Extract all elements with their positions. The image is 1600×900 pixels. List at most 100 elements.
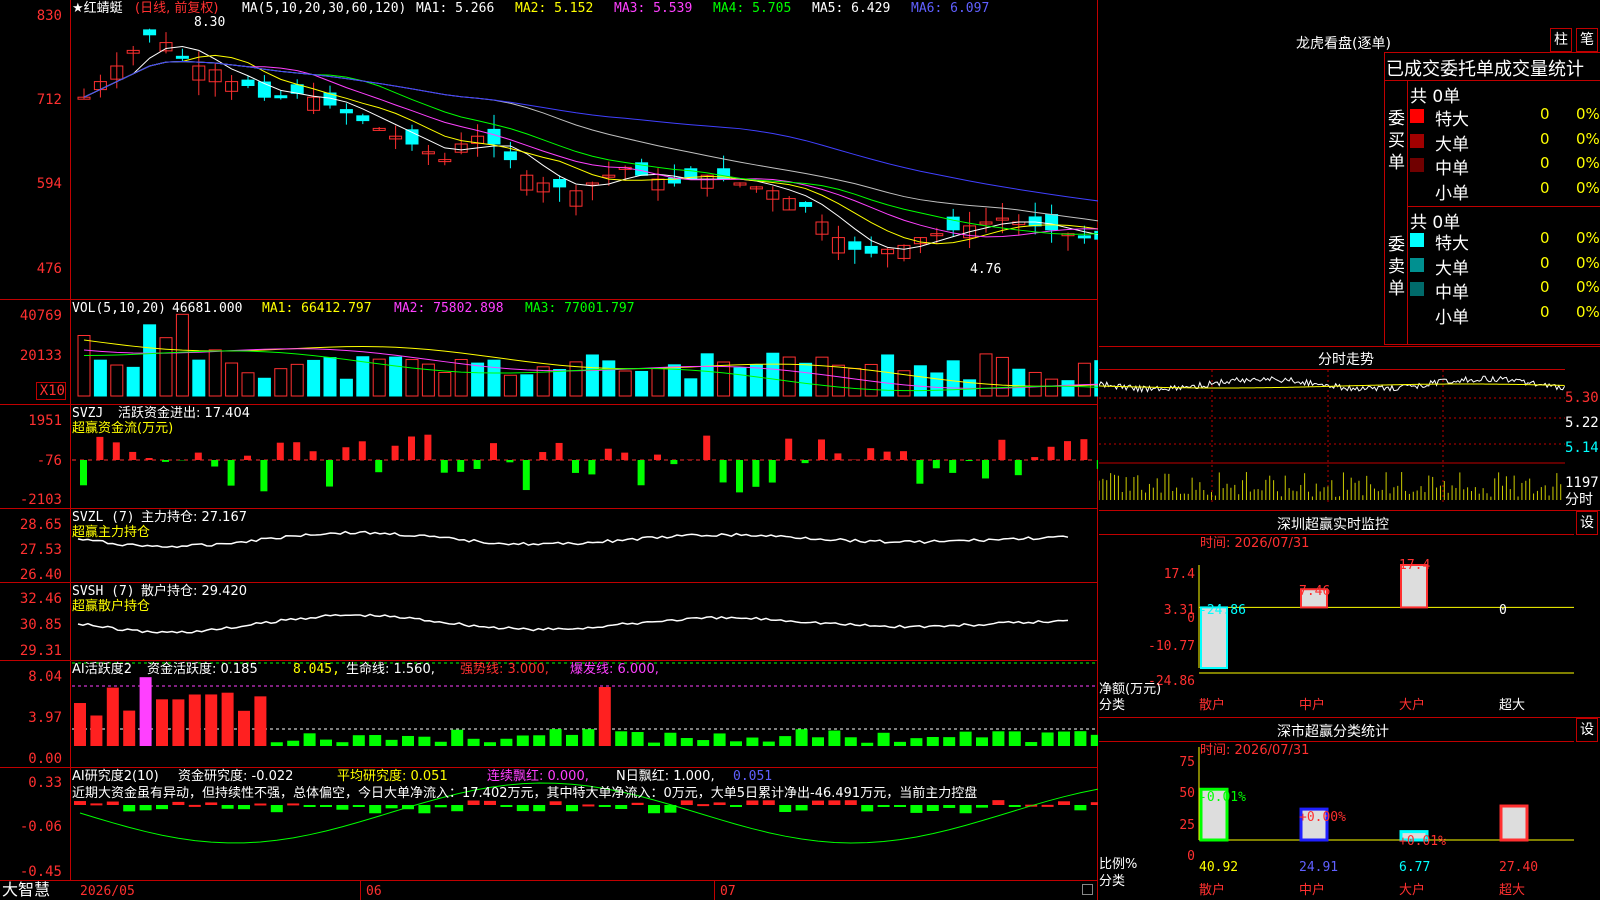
activity-bar (943, 737, 956, 746)
research-bar (238, 805, 250, 810)
research-bar (156, 805, 168, 810)
holding-line (77, 613, 1069, 634)
lh-title: 龙虎看盘(逐单) (1296, 36, 1391, 52)
research-bar (549, 801, 562, 805)
candle-body (1028, 216, 1042, 227)
volume-bar (700, 353, 714, 397)
flow-bar (309, 451, 317, 460)
research-bar (270, 805, 283, 813)
activity-bar (500, 738, 513, 746)
price-tick: 594 (36, 176, 62, 192)
brand-logo: 大智慧 (2, 880, 51, 899)
sz-value-label: -24.86 (1199, 603, 1246, 618)
order-count: 0 (1540, 253, 1550, 272)
candle-body (241, 79, 255, 87)
research-bar (188, 804, 201, 807)
svsh-value: 散户持仓: 29.420 (141, 584, 247, 599)
bar-mode-button[interactable]: 柱 (1550, 28, 1572, 52)
activity-bar (713, 733, 726, 746)
ma-line (83, 54, 1098, 245)
ai-activity-chart (72, 662, 1098, 746)
volume-bar (799, 362, 813, 397)
sz-value-label: 17.4 (1399, 558, 1431, 573)
volume-bar (1028, 371, 1042, 397)
activity-bar (861, 742, 874, 746)
order-count: 0 (1540, 278, 1550, 296)
order-size-label: 大单 (1435, 258, 1469, 279)
activity-bar (779, 736, 792, 746)
ma-line (83, 61, 1098, 238)
activity-bar (270, 742, 283, 746)
candle-body (1045, 214, 1059, 231)
lh-header: 已成交委托单成交量统计 (1386, 59, 1584, 80)
chart-mode[interactable]: (日线, 前复权) (135, 1, 218, 16)
volume-bar (77, 335, 91, 397)
order-percent: 0% (1576, 253, 1600, 272)
order-percent: 0% (1576, 302, 1600, 321)
lock-icon[interactable] (1082, 884, 1093, 895)
research-bar (828, 800, 841, 805)
activity-bar (287, 740, 300, 746)
volume-bar (815, 356, 829, 397)
volume-bar (1061, 380, 1075, 397)
svzl-label: SVZL (7) (72, 510, 135, 525)
tick-mode-button[interactable]: 笔 (1576, 28, 1598, 52)
order-percent: 0% (1576, 178, 1600, 197)
order-size-label: 大单 (1435, 134, 1469, 155)
main-chart-area[interactable]: ★红蜻蜓 (日线, 前复权) MA(5,10,20,30,60,120) MA1… (0, 0, 1098, 900)
vol-value: 46681.000 (172, 301, 243, 316)
volume-bar (651, 367, 665, 397)
volume-bar (225, 362, 239, 397)
activity-bar (139, 677, 152, 746)
flow-bar (440, 460, 448, 473)
vol-tick: 20133 (19, 348, 62, 364)
research-bar (123, 805, 136, 812)
order-percent: 0% (1576, 229, 1600, 247)
sz-value-label: 7.46 (1299, 584, 1331, 599)
fs-volume: 1197 (1565, 475, 1599, 491)
svzl-sub: 超赢主力持仓 (72, 525, 151, 540)
flow-bar (391, 445, 399, 460)
activity-bar (320, 739, 332, 746)
volume-bar (175, 313, 189, 397)
svsh-label: SVSH (7) (72, 584, 135, 599)
activity-bar (106, 687, 119, 746)
research-bar (746, 800, 759, 805)
ma1-value: MA1: 5.266 (416, 1, 495, 16)
order-swatch (1410, 233, 1424, 247)
sz-value-label: 0 (1499, 603, 1507, 618)
volume-bar (602, 360, 616, 397)
research-bar (320, 805, 332, 807)
activity-bar (762, 741, 775, 746)
research-bar (959, 805, 972, 814)
research-bar (697, 804, 710, 807)
flow-bar (1080, 439, 1088, 460)
flow-bar (457, 460, 465, 472)
volume-bar (766, 352, 780, 397)
research-bar (352, 805, 365, 807)
candle-body (290, 84, 304, 94)
high-price-mark: 8.30 (194, 15, 226, 30)
activity-bar (303, 733, 316, 746)
research-bar (615, 805, 628, 810)
activity-bar (549, 729, 562, 746)
ai2-d: N日飘红: 1.000, (616, 769, 715, 784)
research-bar (500, 805, 513, 807)
candlestick-chart (77, 28, 1098, 268)
research-bar (861, 805, 874, 812)
vol-unit: X10 (36, 382, 66, 400)
activity-bar (1090, 734, 1098, 746)
volume-bar (274, 368, 288, 397)
fl-tick: 75 (1179, 755, 1195, 770)
research-bar (1008, 805, 1021, 807)
intraday-chart (1099, 370, 1566, 502)
ai1-label: AI活跃度2 (72, 662, 132, 677)
activity-bar (254, 696, 267, 746)
candle-body (356, 115, 370, 122)
volume-bar (1094, 360, 1098, 397)
volume-bar (618, 370, 632, 397)
price-tick: 476 (36, 261, 62, 277)
order-swatch (1410, 182, 1424, 197)
flow-bar (375, 460, 383, 473)
research-bar (418, 805, 431, 814)
